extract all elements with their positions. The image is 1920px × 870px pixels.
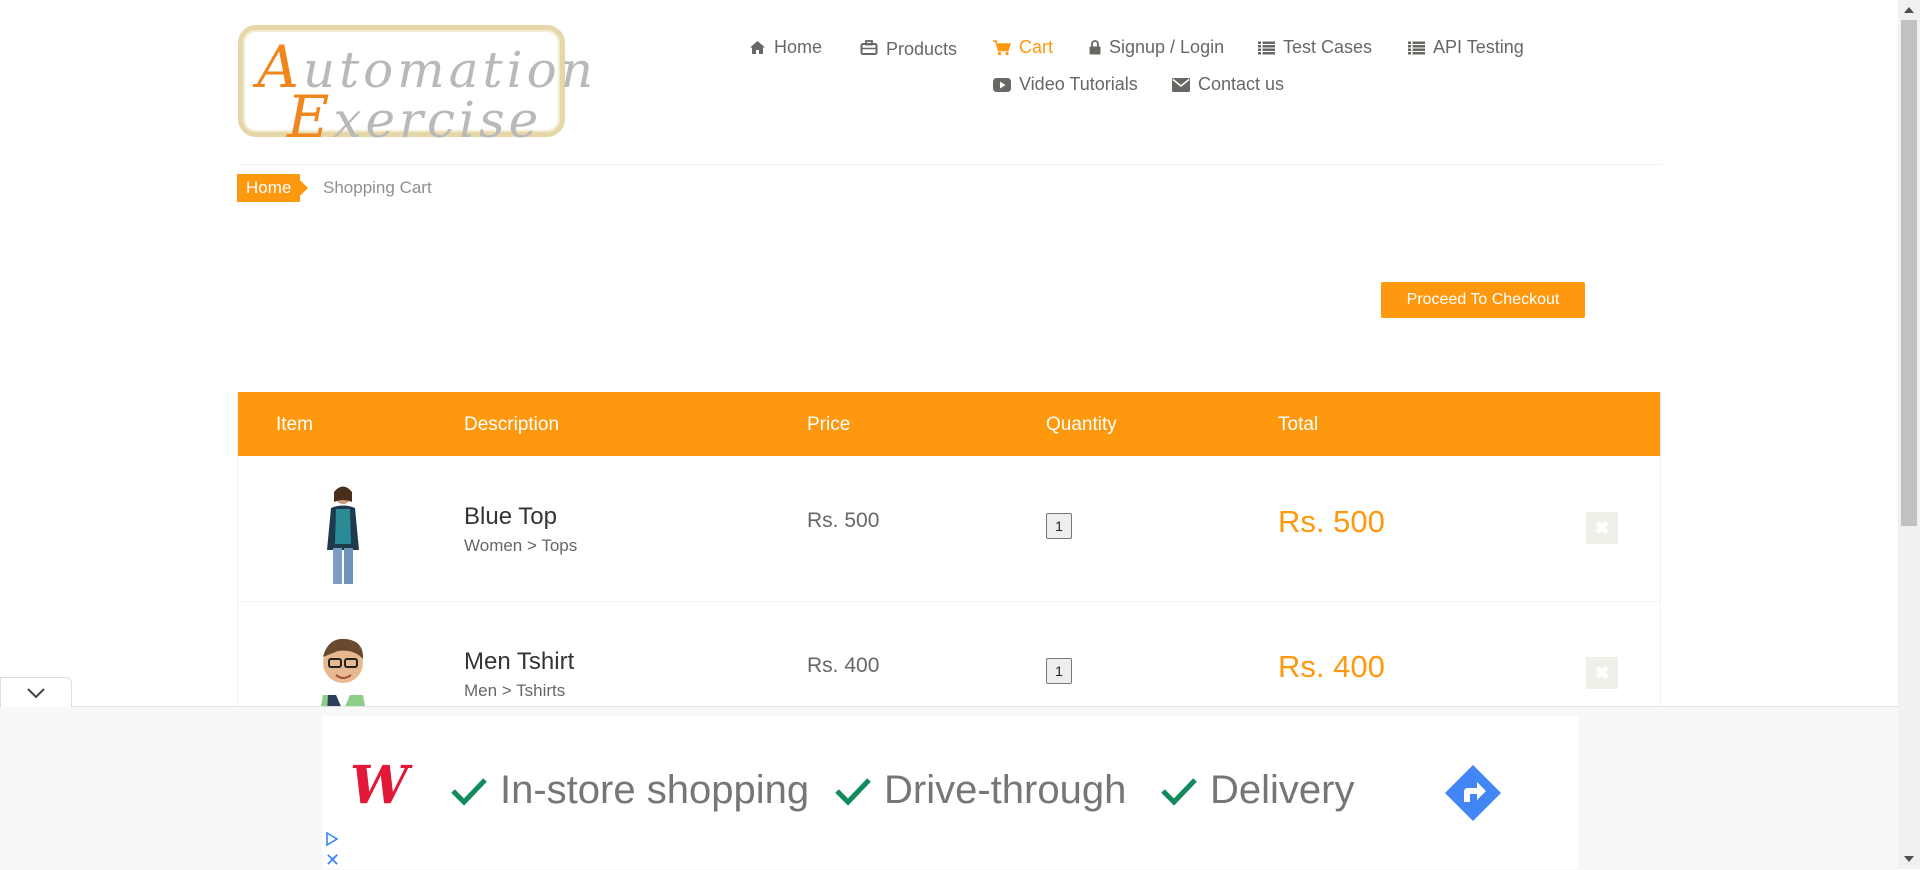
header-divider (238, 164, 1662, 165)
nav-signup-login[interactable]: Signup / Login (1089, 37, 1224, 58)
ad-feature: Drive-through (834, 768, 1126, 813)
nav-home[interactable]: Home (749, 37, 822, 58)
header-description: Description (464, 414, 560, 435)
list-icon (1258, 41, 1275, 54)
youtube-play-icon (993, 77, 1011, 92)
collapse-ad-button[interactable] (0, 677, 72, 707)
page-scrollbar[interactable] (1898, 0, 1920, 869)
cart-table-header: Item Description Price Quantity Total (238, 392, 1660, 456)
product-total: Rs. 400 (1278, 649, 1385, 684)
nav-api-testing[interactable]: API Testing (1408, 37, 1524, 58)
check-icon (835, 777, 871, 806)
site-logo[interactable]: Automation Exercise (238, 25, 593, 146)
directions-arrow-icon[interactable] (1444, 764, 1502, 822)
cart-row: Men Tshirt Men > Tshirts Rs. 400 1 Rs. 4… (238, 601, 1660, 712)
product-image-men-tshirt[interactable] (288, 623, 398, 712)
nav-test-cases[interactable]: Test Cases (1258, 37, 1372, 58)
check-icon (1161, 777, 1197, 806)
header-quantity: Quantity (1046, 414, 1117, 435)
delete-item-button[interactable]: ✖ (1586, 512, 1618, 544)
ad-close-icon[interactable]: ✕ (325, 851, 340, 869)
home-icon (750, 41, 765, 54)
cart-row: Blue Top Women > Tops Rs. 500 1 Rs. 500 … (238, 456, 1660, 602)
quantity-value[interactable]: 1 (1046, 658, 1072, 684)
nav-products[interactable]: Products (860, 37, 957, 59)
briefcase-icon (860, 39, 878, 55)
header-total: Total (1278, 414, 1319, 435)
check-icon (451, 777, 487, 806)
header-item: Item (276, 414, 313, 435)
nav-cart[interactable]: Cart (993, 37, 1053, 58)
ad-feature: In-store shopping (450, 768, 809, 813)
scroll-up-arrow[interactable] (1904, 7, 1914, 13)
scrollbar-thumb[interactable] (1901, 20, 1917, 526)
lock-icon (1089, 40, 1101, 55)
cart-table: Item Description Price Quantity Total Bl… (237, 392, 1661, 712)
quantity-value[interactable]: 1 (1046, 513, 1072, 539)
nav-video-tutorials[interactable]: Video Tutorials (993, 74, 1138, 95)
shopping-cart-icon (993, 39, 1011, 55)
nav-contact-us[interactable]: Contact us (1172, 74, 1284, 95)
list-icon (1408, 41, 1425, 54)
ad-brand-logo: W (350, 755, 409, 816)
scroll-down-arrow[interactable] (1904, 856, 1914, 862)
product-category: Women > Tops (464, 536, 578, 555)
delete-item-button[interactable]: ✖ (1586, 657, 1618, 689)
product-category: Men > Tshirts (464, 681, 566, 700)
breadcrumb-current: Shopping Cart (323, 178, 432, 197)
proceed-to-checkout-button[interactable]: Proceed To Checkout (1381, 282, 1585, 318)
product-image-blue-top[interactable] (288, 478, 398, 588)
breadcrumb-home[interactable]: Home (237, 174, 309, 202)
product-name-link[interactable]: Blue Top (464, 503, 557, 531)
adchoices-icon[interactable] (325, 832, 339, 846)
product-name-link[interactable]: Men Tshirt (464, 648, 574, 676)
envelope-icon (1172, 77, 1190, 92)
chevron-down-icon (27, 688, 45, 699)
product-total: Rs. 500 (1278, 504, 1385, 539)
product-price: Rs. 500 (807, 509, 880, 532)
ad-feature: Delivery (1160, 768, 1354, 813)
product-price: Rs. 400 (807, 654, 880, 677)
logo-line-2: Exercise (287, 83, 543, 151)
header-price: Price (807, 414, 851, 435)
ad-banner[interactable]: W In-store shopping Drive-through Delive… (322, 716, 1578, 869)
